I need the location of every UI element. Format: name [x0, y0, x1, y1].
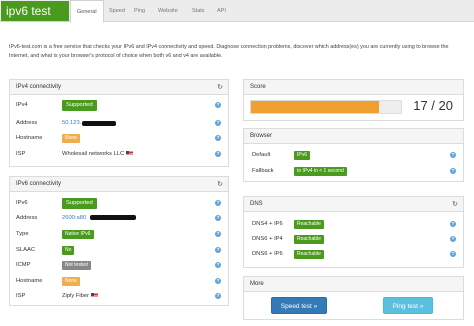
help-icon[interactable]: ? — [215, 120, 221, 126]
row-label: ICMP — [16, 262, 31, 268]
tab-website[interactable]: Website — [152, 0, 184, 22]
refresh-icon[interactable]: ↻ — [452, 197, 458, 212]
isp-value: Wholesail networks LLC — [62, 151, 134, 157]
row-label: Default — [252, 152, 271, 158]
dns-status-badge: Reachable — [294, 220, 324, 229]
help-icon[interactable]: ? — [215, 278, 221, 284]
row-label: DNS6 + IP4 — [252, 236, 283, 242]
score-progress-bar — [250, 100, 402, 114]
score-panel: Score 17 / 20 — [243, 79, 464, 121]
browser-panel-title: Browser — [250, 133, 273, 139]
dns-panel: DNS ↻ DNS4 + IP6 Reachable ? DNS6 + IP4 … — [243, 196, 464, 268]
row-label: Hostname — [16, 135, 43, 141]
fallback-badge: to IPv4 in < 1 second — [294, 167, 347, 176]
help-icon[interactable]: ? — [450, 221, 456, 227]
redaction-mark — [90, 215, 136, 220]
hostname-badge: None — [62, 277, 80, 286]
row-label: SLAAC — [16, 247, 36, 253]
hostname-badge: None — [62, 134, 80, 143]
dns-status-badge: Reachable — [294, 235, 324, 244]
tab-api[interactable]: API — [211, 0, 232, 22]
score-progress-fill — [251, 101, 379, 113]
row-label: ISP — [16, 151, 26, 157]
tab-general[interactable]: General — [70, 0, 104, 23]
dns-panel-title: DNS — [250, 201, 263, 207]
tab-ping[interactable]: Ping — [128, 0, 151, 22]
help-icon[interactable]: ? — [450, 251, 456, 257]
type-badge: Native IPv6 — [62, 230, 94, 239]
row-label: Address — [16, 215, 38, 221]
help-icon[interactable]: ? — [450, 168, 456, 174]
score-panel-header: Score — [244, 80, 463, 95]
tab-speed[interactable]: Speed — [103, 0, 131, 22]
help-icon[interactable]: ? — [215, 262, 221, 268]
help-icon[interactable]: ? — [215, 293, 221, 299]
isp-name: Ziply Fiber — [62, 293, 90, 299]
row-label: IPv6 — [16, 200, 28, 206]
top-nav: ipv6 test General Speed Ping Website Sta… — [0, 0, 474, 23]
ipv4-panel-title: IPv4 connectivity — [16, 84, 62, 90]
row-label: IPv4 — [16, 102, 28, 108]
score-panel-title: Score — [250, 84, 266, 90]
ipv6-panel-header: IPv6 connectivity ↻ — [10, 177, 228, 192]
ipv4-panel: IPv4 connectivity ↻ IPv4 Supported ? Add… — [9, 79, 229, 167]
help-icon[interactable]: ? — [215, 247, 221, 253]
row-label: DNS4 + IP6 — [252, 221, 283, 227]
row-label: DNS6 + IP6 — [252, 251, 283, 257]
score-value: 17 / 20 — [413, 98, 453, 113]
row-label: Type — [16, 231, 29, 237]
more-panel-header: More — [244, 277, 463, 292]
row-label: ISP — [16, 293, 26, 299]
icmp-badge: Not tested — [62, 261, 91, 270]
intro-text: IPv6-test.com is a free service that che… — [9, 44, 449, 59]
ping-test-button[interactable]: Ping test » — [383, 297, 433, 314]
help-icon[interactable]: ? — [215, 135, 221, 141]
ipv6-address-link[interactable]: 2600:a80 — [62, 215, 86, 221]
redaction-mark — [82, 121, 116, 126]
help-icon[interactable]: ? — [450, 152, 456, 158]
tab-stats[interactable]: Stats — [186, 0, 211, 22]
us-flag-icon — [126, 151, 134, 156]
dns-status-badge: Reachable — [294, 250, 324, 259]
slaac-badge: No — [62, 246, 75, 255]
site-logo[interactable]: ipv6 test — [1, 1, 69, 21]
refresh-icon[interactable]: ↻ — [217, 177, 223, 192]
ipv4-address-link[interactable]: 50.123. — [62, 120, 81, 126]
row-label: Fallback — [252, 168, 274, 174]
isp-name: Wholesail networks LLC — [62, 151, 125, 157]
row-label: Address — [16, 120, 38, 126]
default-protocol-badge: IPv6 — [294, 151, 311, 160]
more-panel: More Speed test » Ping test » — [243, 276, 464, 320]
status-badge: Supported — [62, 198, 97, 209]
help-icon[interactable]: ? — [215, 102, 221, 108]
help-icon[interactable]: ? — [215, 215, 221, 221]
browser-panel: Browser Default IPv6 ? Fallback to IPv4 … — [243, 128, 464, 182]
status-badge: Supported — [62, 100, 97, 111]
speed-test-button[interactable]: Speed test » — [271, 297, 327, 314]
row-label: Hostname — [16, 278, 43, 284]
ipv6-panel-title: IPv6 connectivity — [16, 181, 62, 187]
us-flag-icon — [91, 293, 99, 298]
dns-panel-header: DNS ↻ — [244, 197, 463, 212]
ipv6-panel: IPv6 connectivity ↻ IPv6 Supported ? Add… — [9, 176, 229, 306]
help-icon[interactable]: ? — [215, 231, 221, 237]
help-icon[interactable]: ? — [215, 151, 221, 157]
isp-value: Ziply Fiber — [62, 293, 99, 299]
refresh-icon[interactable]: ↻ — [217, 80, 223, 95]
help-icon[interactable]: ? — [450, 236, 456, 242]
more-panel-title: More — [250, 281, 264, 287]
browser-panel-header: Browser — [244, 129, 463, 144]
ipv4-panel-header: IPv4 connectivity ↻ — [10, 80, 228, 95]
help-icon[interactable]: ? — [215, 200, 221, 206]
